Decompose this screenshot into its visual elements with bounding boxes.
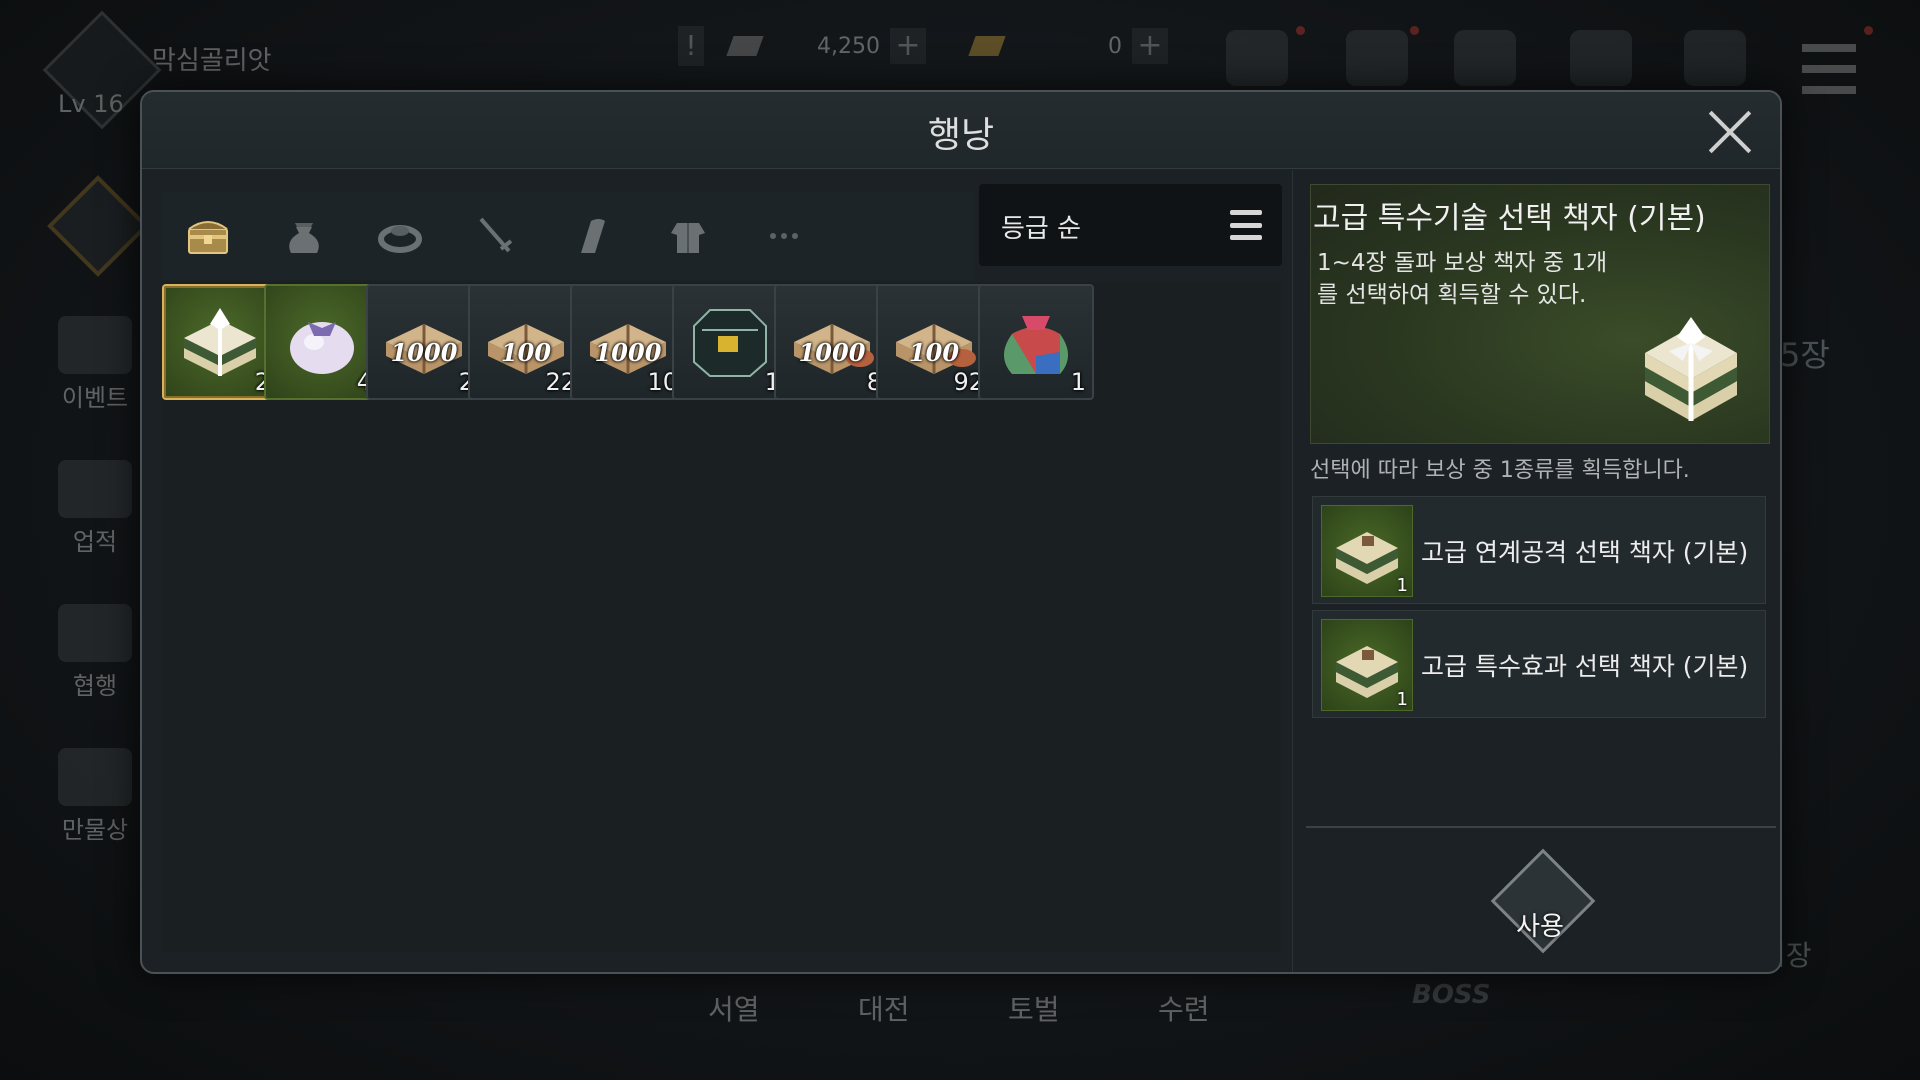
tab-ring[interactable] — [360, 198, 440, 274]
modal-header: 행낭 — [142, 92, 1780, 169]
rainbow-pouch-icon — [1004, 316, 1068, 374]
side-menu-label: 업적 — [72, 528, 118, 556]
inventory-bag-icon — [1684, 30, 1746, 86]
lacquer-box-icon — [693, 309, 767, 377]
notification-dot — [1296, 26, 1305, 35]
bottom-tab-battle: 대전 — [858, 993, 910, 1026]
tab-weapon[interactable] — [456, 198, 536, 274]
slot-denomination: 1000 — [798, 338, 866, 367]
armor-icon — [671, 223, 705, 253]
silk-pouch-icon — [290, 322, 354, 374]
side-menu-cooperation: 협행 — [40, 604, 150, 701]
character-hat-icon — [1454, 30, 1516, 86]
notification-dot — [1864, 26, 1873, 35]
bottom-tab-training: 수련 — [1158, 993, 1210, 1026]
add-gold-button: + — [1132, 28, 1168, 64]
side-menu-label: 이벤트 — [61, 384, 129, 412]
currency-gold: 0 + — [968, 26, 1168, 66]
modal-title: 행낭 — [927, 115, 995, 156]
sort-dropdown[interactable]: 등급 순 — [979, 184, 1282, 266]
inventory-slot[interactable]: 4 — [264, 284, 380, 400]
pane-divider — [1292, 170, 1293, 972]
reward-option[interactable]: 1 고급 특수효과 선택 책자 (기본) — [1312, 610, 1766, 718]
sword-icon — [479, 217, 513, 253]
bottom-tab-ranking: 서열 — [708, 993, 760, 1026]
event-icon — [58, 316, 132, 374]
slot-denomination: 1000 — [594, 338, 662, 367]
more-icon — [770, 233, 798, 239]
inventory-slot[interactable]: 1 — [672, 284, 788, 400]
stage-text: 5장 — [1780, 336, 1830, 374]
money-bag-icon — [1226, 30, 1288, 86]
tab-armor[interactable] — [648, 198, 728, 274]
reward-qty: 1 — [1396, 575, 1408, 596]
currency-gold-value: 0 — [1108, 33, 1122, 59]
use-button-label: 사용 — [1516, 912, 1564, 942]
main-menu-icon — [1802, 44, 1856, 94]
currency-silver: 4,250 + — [726, 26, 926, 66]
side-menu-shop: 만물상 — [40, 748, 150, 845]
side-menu-achievement: 업적 — [40, 460, 150, 557]
slot-denomination: 1000 — [390, 338, 458, 367]
book-bundle-icon: 1 — [1321, 505, 1413, 597]
player-level: Lv 16 — [58, 90, 124, 118]
add-silver-button: + — [890, 28, 926, 64]
quest-diamond-icon — [47, 175, 149, 277]
inventory-slot[interactable]: 100 22 — [468, 284, 584, 400]
notification-dot — [1410, 26, 1419, 35]
boss-label: BOSS — [1412, 980, 1491, 1010]
use-button[interactable]: 사용 — [1490, 848, 1596, 954]
pouch-icon — [1570, 30, 1632, 86]
achievement-icon — [58, 460, 132, 518]
slot-quantity: 1 — [1070, 368, 1086, 396]
bottom-tab-raid: 토벌 — [1008, 993, 1060, 1026]
side-menu-event: 이벤트 — [40, 316, 150, 413]
inventory-slot[interactable]: 1000 10 — [570, 284, 686, 400]
tab-more[interactable] — [744, 198, 824, 274]
scroll-icon — [581, 219, 605, 253]
ring-icon — [378, 225, 422, 253]
player-name: 막심골리앗 — [152, 46, 272, 76]
book-bundle-icon — [184, 308, 256, 376]
cooperation-icon — [58, 604, 132, 662]
reward-label: 고급 특수효과 선택 책자 (기본) — [1421, 652, 1749, 681]
inventory-slot[interactable]: 1 — [978, 284, 1094, 400]
book-icon — [1346, 30, 1408, 86]
tab-pouch[interactable] — [264, 198, 344, 274]
book-bundle-icon — [1645, 317, 1737, 421]
inventory-slot[interactable]: 2 — [162, 284, 278, 400]
item-detail-name: 고급 특수기술 선택 책자 (기본) — [1313, 201, 1706, 236]
side-menu-label: 만물상 — [61, 816, 129, 844]
detail-divider — [1306, 826, 1776, 828]
reward-qty: 1 — [1396, 689, 1408, 710]
sort-label: 등급 순 — [1001, 214, 1082, 244]
slot-denomination: 100 — [500, 338, 552, 367]
silver-ingot-icon — [726, 36, 764, 56]
close-icon[interactable] — [1706, 108, 1754, 156]
tab-scroll[interactable] — [552, 198, 632, 274]
gold-ingot-icon — [968, 36, 1006, 56]
side-menu-label: 협행 — [72, 672, 118, 700]
book-bundle-icon: 1 — [1321, 619, 1413, 711]
inventory-slot[interactable]: 1000 8 — [774, 284, 890, 400]
reward-option[interactable]: 1 고급 연계공격 선택 책자 (기본) — [1312, 496, 1766, 604]
currency-silver-value: 4,250 — [817, 33, 880, 59]
pouch-icon — [289, 223, 319, 253]
inventory-slot[interactable]: 1000 2 — [366, 284, 482, 400]
item-detail-description: 1~4장 돌파 보상 책자 중 1개를 선택하여 획득할 수 있다. — [1317, 250, 1608, 308]
inventory-slot[interactable]: 100 92 — [876, 284, 992, 400]
item-detail-card: 고급 특수기술 선택 책자 (기본) 1~4장 돌파 보상 책자 중 1개를 선… — [1310, 184, 1770, 444]
chest-icon — [188, 221, 228, 254]
alert-icon: ! — [678, 26, 704, 66]
reward-label: 고급 연계공격 선택 책자 (기본) — [1421, 538, 1749, 567]
shop-icon — [58, 748, 132, 806]
menu-icon — [1230, 210, 1262, 240]
tab-chest[interactable] — [168, 198, 248, 274]
inventory-modal: 행낭 등급 순 2 4 1000 2 100 22 1000 10 1 1000… — [140, 90, 1782, 974]
slot-denomination: 100 — [908, 338, 960, 367]
item-detail-note: 선택에 따라 보상 중 1종류를 획득합니다. — [1310, 458, 1690, 483]
